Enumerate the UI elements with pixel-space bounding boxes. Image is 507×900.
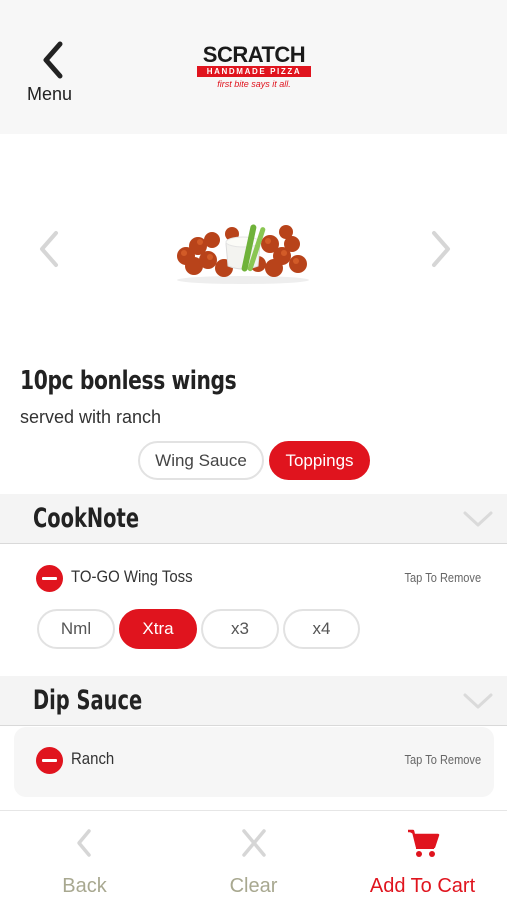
section-header-cooknote[interactable]: CookNote: [0, 494, 507, 544]
menu-button[interactable]: Menu: [27, 84, 72, 105]
brand-logo: SCRATCH HANDMADE PIZZA first bite says i…: [196, 44, 314, 94]
product-gallery: [0, 134, 507, 360]
add-to-cart-button[interactable]: Add To Cart: [338, 811, 507, 900]
tab-wing-sauce[interactable]: Wing Sauce: [138, 441, 264, 480]
item-label: Ranch: [71, 749, 115, 768]
tap-to-remove-button[interactable]: Tap To Remove: [404, 570, 481, 585]
section-header-dip-sauce[interactable]: Dip Sauce: [0, 676, 507, 726]
option-nml[interactable]: Nml: [37, 609, 115, 649]
tap-to-remove-button[interactable]: Tap To Remove: [404, 752, 481, 767]
section-title: CookNote: [33, 503, 140, 534]
chevron-left-icon: [77, 829, 91, 857]
logo-wordmark: SCRATCH: [202, 42, 306, 67]
option-xtra[interactable]: Xtra: [119, 609, 197, 649]
product-title: 10pc bonless wings: [20, 366, 237, 396]
section-title: Dip Sauce: [33, 685, 143, 716]
product-image: [177, 224, 309, 284]
back-label: Back: [62, 875, 107, 897]
list-item: TO-GO Wing Toss Tap To Remove: [0, 555, 507, 601]
logo-subtitle: HANDMADE PIZZA: [197, 66, 311, 77]
chevron-down-icon[interactable]: [462, 510, 494, 528]
add-to-cart-label: Add To Cart: [369, 875, 476, 897]
clear-button[interactable]: Clear: [169, 811, 338, 900]
option-x4[interactable]: x4: [283, 609, 360, 649]
list-item: Ranch Tap To Remove: [0, 737, 507, 783]
chevron-right-icon[interactable]: [428, 230, 454, 268]
chevron-left-icon[interactable]: [36, 230, 62, 268]
logo-tagline: first bite says it all.: [217, 79, 291, 89]
clear-label: Clear: [229, 875, 278, 897]
back-button[interactable]: Back: [0, 811, 169, 900]
remove-icon[interactable]: [36, 565, 63, 592]
close-icon: [242, 829, 266, 857]
product-subtitle: served with ranch: [20, 407, 162, 427]
cart-icon: [408, 829, 440, 857]
item-label: TO-GO Wing Toss: [71, 567, 193, 586]
chevron-left-icon[interactable]: [38, 40, 68, 80]
bottom-action-bar: Back Clear Add To Cart: [0, 810, 507, 900]
option-x3[interactable]: x3: [201, 609, 279, 649]
tab-toppings[interactable]: Toppings: [269, 441, 370, 480]
chevron-down-icon[interactable]: [462, 692, 494, 710]
remove-icon[interactable]: [36, 747, 63, 774]
app-header: Menu SCRATCH HANDMADE PIZZA first bite s…: [0, 0, 507, 134]
